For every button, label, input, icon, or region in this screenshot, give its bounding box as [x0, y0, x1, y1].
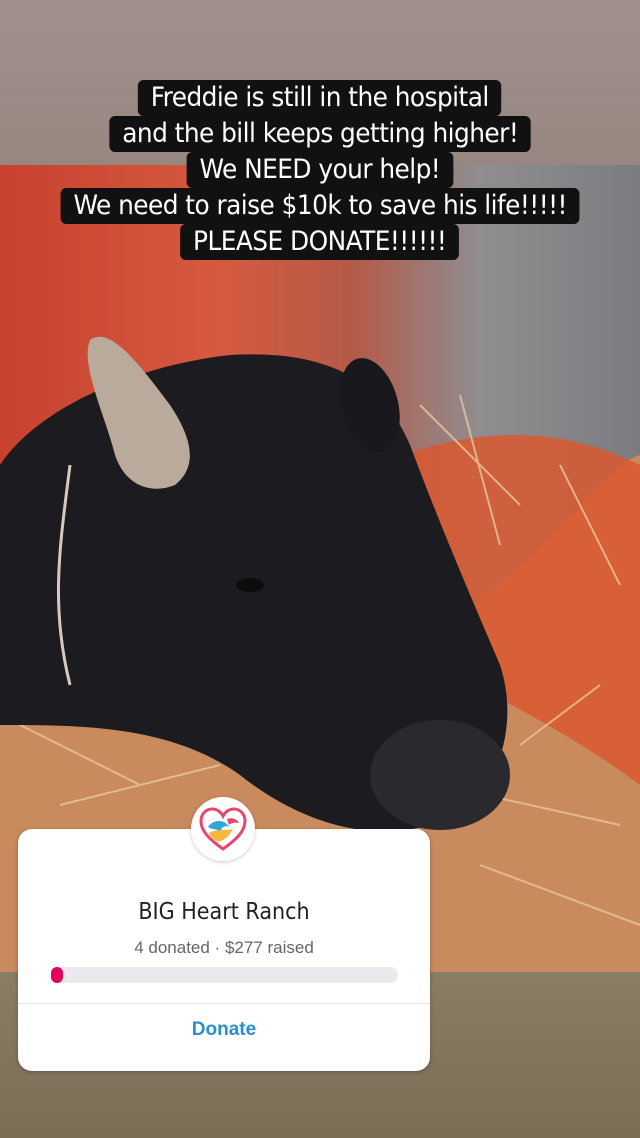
donate-button[interactable]: Donate: [18, 1019, 430, 1041]
caption-line: and the bill keeps getting higher!: [109, 116, 531, 152]
caption-line: We NEED your help!: [186, 152, 454, 188]
fundraiser-progress-fill: [51, 967, 63, 983]
fundraiser-stats: 4 donated · $277 raised: [134, 938, 314, 957]
fundraiser-progress-bar: [51, 967, 398, 983]
caption-line: Freddie is still in the hospital: [138, 80, 502, 116]
fundraiser-sticker[interactable]: BIG Heart Ranch 4 donated · $277 raised …: [18, 829, 430, 1071]
heart-wave-logo-icon: [191, 797, 255, 861]
caption-line: PLEASE DONATE!!!!!!: [180, 224, 460, 260]
caption-line: We need to raise $10k to save his life!!…: [60, 188, 580, 224]
fundraiser-org-name: BIG Heart Ranch: [138, 899, 310, 925]
story-caption: Freddie is still in the hospital and the…: [0, 80, 640, 260]
divider: [18, 1003, 430, 1004]
